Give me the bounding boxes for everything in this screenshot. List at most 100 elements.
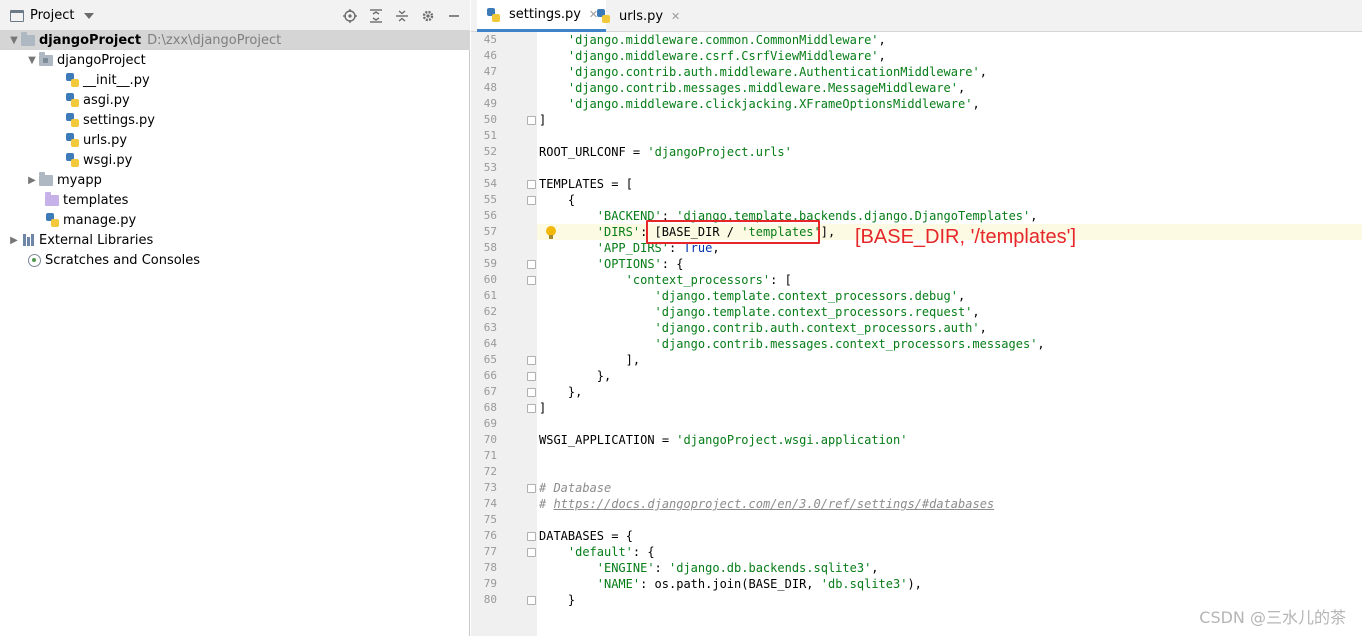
chevron-down-icon[interactable]: ▼	[8, 34, 20, 46]
line-number: 55	[483, 193, 497, 206]
code-line: },	[597, 368, 611, 384]
line-number: 74	[483, 497, 497, 510]
code-token: WSGI_APPLICATION =	[539, 433, 677, 447]
code-token[interactable]: https://docs.djangoproject.com/en/3.0/re…	[553, 497, 994, 511]
code-token: 'djangoProject.urls'	[647, 145, 792, 159]
code-token: ,	[1030, 209, 1038, 223]
expand-all-icon[interactable]	[366, 6, 386, 26]
line-number: 50	[483, 113, 497, 126]
tree-item-file[interactable]: asgi.py	[0, 90, 470, 110]
fold-marker-icon[interactable]	[527, 180, 536, 189]
line-number: 71	[483, 449, 497, 462]
chevron-down-icon[interactable]: ▼	[26, 54, 38, 66]
fold-marker-icon[interactable]	[527, 372, 536, 381]
tree-item-label: templates	[63, 192, 129, 208]
package-folder-icon	[38, 51, 54, 68]
minimize-icon[interactable]	[444, 6, 464, 26]
project-view-selector[interactable]: Project	[10, 8, 95, 23]
code-token: 'ENGINE'	[596, 561, 655, 575]
fold-marker-icon[interactable]	[527, 484, 536, 493]
chevron-down-icon	[84, 12, 95, 19]
fold-marker-icon[interactable]	[527, 116, 536, 125]
code-line: 'default': {	[568, 544, 655, 560]
tree-item-external-libraries[interactable]: ▶ External Libraries	[0, 230, 470, 250]
fold-marker-icon[interactable]	[527, 596, 536, 605]
tree-item-file[interactable]: manage.py	[0, 210, 470, 230]
folder-icon	[38, 171, 54, 188]
line-number: 61	[483, 289, 497, 302]
python-file-icon	[64, 112, 80, 128]
code-token: ),	[907, 577, 922, 591]
tree-item-scratches[interactable]: Scratches and Consoles	[0, 250, 470, 270]
tree-item-label: asgi.py	[83, 92, 130, 108]
code-line: },	[568, 384, 582, 400]
code-token: 'context_processors'	[625, 273, 771, 287]
chevron-right-icon[interactable]: ▶	[26, 174, 38, 186]
code-line: 'django.contrib.auth.middleware.Authenti…	[568, 64, 987, 80]
line-number: 68	[483, 401, 497, 414]
code-token: join	[712, 577, 742, 591]
chevron-right-icon[interactable]: ▶	[8, 234, 20, 246]
tree-item-label: settings.py	[83, 112, 155, 128]
tree-item-package[interactable]: ▼ djangoProject	[0, 50, 470, 70]
line-number: 80	[483, 593, 497, 606]
tab-urls-py[interactable]: urls.py ✕	[587, 0, 688, 32]
code-token: ,	[878, 33, 886, 47]
fold-marker-icon[interactable]	[527, 532, 536, 541]
code-token: 'db.sqlite3'	[820, 577, 908, 591]
line-number: 54	[483, 177, 497, 190]
line-number: 64	[483, 337, 497, 350]
code-token: 'djangoProject.wsgi.application'	[676, 433, 908, 447]
code-token: : os.path.	[640, 577, 713, 591]
code-line: 'OPTIONS': {	[597, 256, 684, 272]
code-line: 'django.middleware.clickjacking.XFrameOp…	[568, 96, 980, 112]
locate-icon[interactable]	[340, 6, 360, 26]
collapse-all-icon[interactable]	[392, 6, 412, 26]
code-token: TEMPLATES = [	[539, 177, 633, 191]
folder-icon	[20, 31, 36, 48]
code-token: },	[567, 385, 583, 399]
code-token: 'django.contrib.auth.middleware.Authenti…	[567, 65, 980, 79]
tree-item-folder[interactable]: ▶ myapp	[0, 170, 470, 190]
tree-item-file[interactable]: urls.py	[0, 130, 470, 150]
tree-item-file[interactable]: settings.py	[0, 110, 470, 130]
code-token: {	[567, 193, 576, 207]
line-number: 63	[483, 321, 497, 334]
code-token: 'django.db.backends.sqlite3'	[669, 561, 872, 575]
fold-marker-icon[interactable]	[527, 356, 536, 365]
tree-item-file[interactable]: wsgi.py	[0, 150, 470, 170]
fold-marker-icon[interactable]	[527, 404, 536, 413]
python-file-icon	[595, 8, 611, 24]
code-line: }	[568, 592, 575, 608]
fold-marker-icon[interactable]	[527, 276, 536, 285]
tree-item-label: djangoProject	[39, 32, 142, 48]
project-tree: ▼ djangoProject D:\zxx\djangoProject ▼ d…	[0, 30, 470, 270]
tree-item-file[interactable]: __init__.py	[0, 70, 470, 90]
tree-item-root[interactable]: ▼ djangoProject D:\zxx\djangoProject	[0, 30, 470, 50]
line-number: 46	[483, 49, 497, 62]
close-icon[interactable]: ✕	[671, 10, 680, 23]
code-token: },	[596, 369, 612, 383]
code-token: 'django.contrib.auth.context_processors.…	[654, 321, 980, 335]
project-panel-title: Project	[30, 8, 75, 23]
tree-item-folder[interactable]: templates	[0, 190, 470, 210]
python-file-icon	[64, 132, 80, 148]
python-file-icon	[64, 92, 80, 108]
code-line: ],	[626, 352, 640, 368]
line-number: 72	[483, 465, 497, 478]
code-token: 'django.middleware.clickjacking.XFrameOp…	[567, 97, 973, 111]
code-token: ,	[979, 321, 987, 335]
templates-folder-icon	[44, 191, 60, 208]
lightbulb-icon[interactable]	[546, 226, 556, 239]
fold-marker-icon[interactable]	[527, 548, 536, 557]
fold-marker-icon[interactable]	[527, 260, 536, 269]
fold-marker-icon[interactable]	[527, 196, 536, 205]
code-token: : {	[661, 257, 684, 271]
fold-marker-icon[interactable]	[527, 388, 536, 397]
gear-icon[interactable]	[418, 6, 438, 26]
python-file-icon	[64, 152, 80, 168]
code-area[interactable]: 'django.middleware.common.CommonMiddlewa…	[537, 32, 1362, 636]
line-number: 49	[483, 97, 497, 110]
code-line: ]	[539, 112, 546, 128]
code-line: ]	[539, 400, 546, 416]
